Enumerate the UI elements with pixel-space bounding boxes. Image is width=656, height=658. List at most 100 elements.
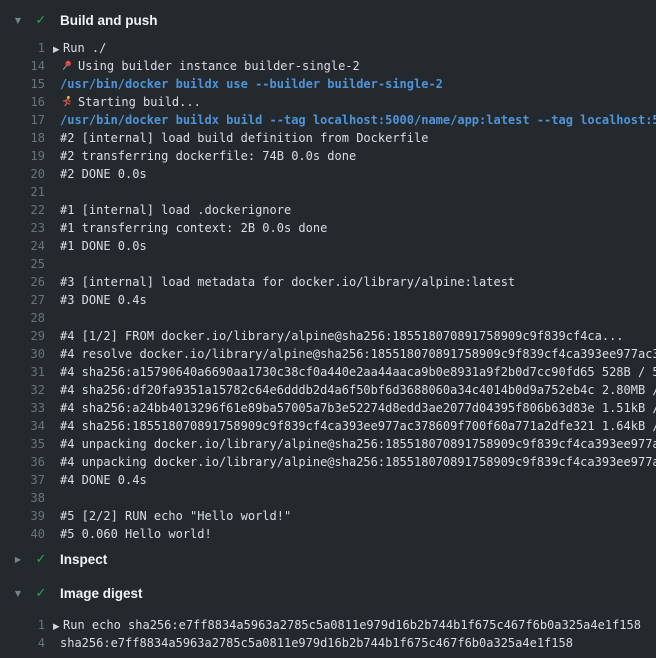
job-logs: ▼✓Build and push1▶Run ./14Using builder … — [0, 0, 656, 658]
chevron-down-icon[interactable]: ▼ — [10, 589, 26, 598]
line-text: #1 DONE 0.0s — [60, 239, 147, 253]
log-line: 4sha256:e7ff8834a5963a2785c5a0811e979d16… — [0, 634, 656, 652]
check-icon: ✓ — [33, 13, 49, 28]
line-number[interactable]: 21 — [0, 183, 45, 201]
line-number[interactable]: 23 — [0, 219, 45, 237]
line-text: #1 [internal] load .dockerignore — [60, 203, 291, 217]
step-title: Build and push — [60, 13, 158, 28]
check-icon: ✓ — [33, 552, 49, 567]
line-content — [45, 183, 656, 201]
line-number[interactable]: 31 — [0, 363, 45, 381]
chevron-down-icon[interactable]: ▼ — [10, 16, 26, 25]
log-line: 1 ▶Run echo sha256:e7ff8834a5963a2785c5a0… — [0, 616, 656, 634]
line-number[interactable]: 29 — [0, 327, 45, 345]
line-number[interactable]: 14 — [0, 57, 45, 75]
line-content: #2 transferring dockerfile: 74B 0.0s don… — [45, 147, 656, 165]
line-content — [45, 255, 656, 273]
log-line: 15/usr/bin/docker buildx use --builder b… — [0, 75, 656, 93]
line-text: /usr/bin/docker buildx build --tag local… — [60, 113, 656, 127]
line-number[interactable]: 19 — [0, 147, 45, 165]
log-line: 35 #4 unpacking docker.io/library/alpine@… — [0, 435, 656, 453]
line-number[interactable]: 20 — [0, 165, 45, 183]
line-number[interactable]: 22 — [0, 201, 45, 219]
chevron-right-icon[interactable]: ▶ — [10, 555, 26, 564]
expand-toggle-icon[interactable]: ▶ — [53, 618, 63, 634]
line-number[interactable]: 33 — [0, 399, 45, 417]
expand-toggle-icon[interactable]: ▶ — [53, 41, 63, 57]
line-text: #4 unpacking docker.io/library/alpine@sh… — [60, 437, 656, 451]
line-number[interactable]: 36 — [0, 453, 45, 471]
line-number[interactable]: 35 — [0, 435, 45, 453]
line-content: #1 transferring context: 2B 0.0s done — [45, 219, 656, 237]
log-block: 1 ▶Run echo sha256:e7ff8834a5963a2785c5a0… — [0, 605, 656, 658]
line-number[interactable]: 26 — [0, 273, 45, 291]
line-number[interactable]: 37 — [0, 471, 45, 489]
pushpin-icon — [60, 59, 73, 72]
line-content: #1 DONE 0.0s — [45, 237, 656, 255]
line-number[interactable]: 17 — [0, 111, 45, 129]
log-line: 30 #4 resolve docker.io/library/alpine@sh… — [0, 345, 656, 363]
line-text: #3 [internal] load metadata for docker.i… — [60, 275, 515, 289]
line-text: #4 resolve docker.io/library/alpine@sha2… — [60, 347, 656, 361]
line-number[interactable]: 28 — [0, 309, 45, 327]
log-line: 24 #1 DONE 0.0s — [0, 237, 656, 255]
step-header-image-digest[interactable]: ▼ ✓ Image digest — [0, 581, 656, 605]
line-text: #4 sha256:df20fa9351a15782c64e6dddb2d4a6… — [60, 383, 656, 397]
line-content: #5 [2/2] RUN echo "Hello world!" — [45, 507, 656, 525]
line-number[interactable]: 25 — [0, 255, 45, 273]
line-number[interactable]: 30 — [0, 345, 45, 363]
check-icon: ✓ — [33, 586, 49, 601]
log-line: 14Using builder instance builder-single-… — [0, 57, 656, 75]
line-number[interactable]: 34 — [0, 417, 45, 435]
line-number[interactable]: 39 — [0, 507, 45, 525]
log-line: 22 #1 [internal] load .dockerignore — [0, 201, 656, 219]
line-content: #4 sha256:df20fa9351a15782c64e6dddb2d4a6… — [45, 381, 656, 399]
log-line: 36 #4 unpacking docker.io/library/alpine@… — [0, 453, 656, 471]
log-line: 20#2 DONE 0.0s — [0, 165, 656, 183]
line-number[interactable]: 24 — [0, 237, 45, 255]
line-content: /usr/bin/docker buildx build --tag local… — [45, 111, 656, 129]
line-number[interactable]: 1 — [0, 39, 45, 57]
line-text: #2 [internal] load build definition from… — [60, 131, 428, 145]
line-number[interactable]: 27 — [0, 291, 45, 309]
log-line: 39#5 [2/2] RUN echo "Hello world!" — [0, 507, 656, 525]
line-text: #3 DONE 0.4s — [60, 293, 147, 307]
log-block: 1▶Run ./14Using builder instance builder… — [0, 32, 656, 547]
line-content: #4 DONE 0.4s — [45, 471, 656, 489]
step-header-inspect[interactable]: ▶ ✓ Inspect — [0, 547, 656, 571]
line-text: #4 DONE 0.4s — [60, 473, 147, 487]
line-content: /usr/bin/docker buildx use --builder bui… — [45, 75, 656, 93]
step-title: Inspect — [60, 552, 107, 567]
line-number[interactable]: 15 — [0, 75, 45, 93]
line-number[interactable]: 38 — [0, 489, 45, 507]
line-text: Run echo sha256:e7ff8834a5963a2785c5a081… — [63, 618, 641, 632]
line-content: #2 DONE 0.0s — [45, 165, 656, 183]
line-text: #4 unpacking docker.io/library/alpine@sh… — [60, 455, 656, 469]
log-line: 18 #2 [internal] load build definition fr… — [0, 129, 656, 147]
step-section-inspect: ▶ ✓ Inspect — [0, 547, 656, 571]
log-line: 19#2 transferring dockerfile: 74B 0.0s d… — [0, 147, 656, 165]
line-number[interactable]: 18 — [0, 129, 45, 147]
line-text: #5 0.060 Hello world! — [60, 527, 212, 541]
line-number[interactable]: 32 — [0, 381, 45, 399]
line-text: #4 sha256:185518070891758909c9f839cf4ca3… — [60, 419, 656, 433]
log-line: 37 #4 DONE 0.4s — [0, 471, 656, 489]
line-content: #2 [internal] load build definition from… — [45, 129, 656, 147]
line-number[interactable]: 1 — [0, 616, 45, 634]
log-line: 31#4 sha256:a15790640a6690aa1730c38cf0a4… — [0, 363, 656, 381]
log-line: 21 — [0, 183, 656, 201]
line-number[interactable]: 4 — [0, 634, 45, 652]
line-content — [45, 489, 656, 507]
runner-icon — [60, 95, 73, 108]
line-number[interactable]: 40 — [0, 525, 45, 543]
line-text: /usr/bin/docker buildx use --builder bui… — [60, 77, 443, 91]
step-title: Image digest — [60, 586, 143, 601]
log-line: 17/usr/bin/docker buildx build --tag loc… — [0, 111, 656, 129]
line-content: #3 [internal] load metadata for docker.i… — [45, 273, 656, 291]
line-content: ▶Run ./ — [45, 39, 656, 57]
line-content: #4 unpacking docker.io/library/alpine@sh… — [45, 435, 656, 453]
step-header-build-and-push[interactable]: ▼ ✓ Build and push — [0, 8, 656, 32]
line-content: #4 sha256:a15790640a6690aa1730c38cf0a440… — [45, 363, 656, 381]
line-number[interactable]: 16 — [0, 93, 45, 111]
line-text: #4 [1/2] FROM docker.io/library/alpine@s… — [60, 329, 624, 343]
